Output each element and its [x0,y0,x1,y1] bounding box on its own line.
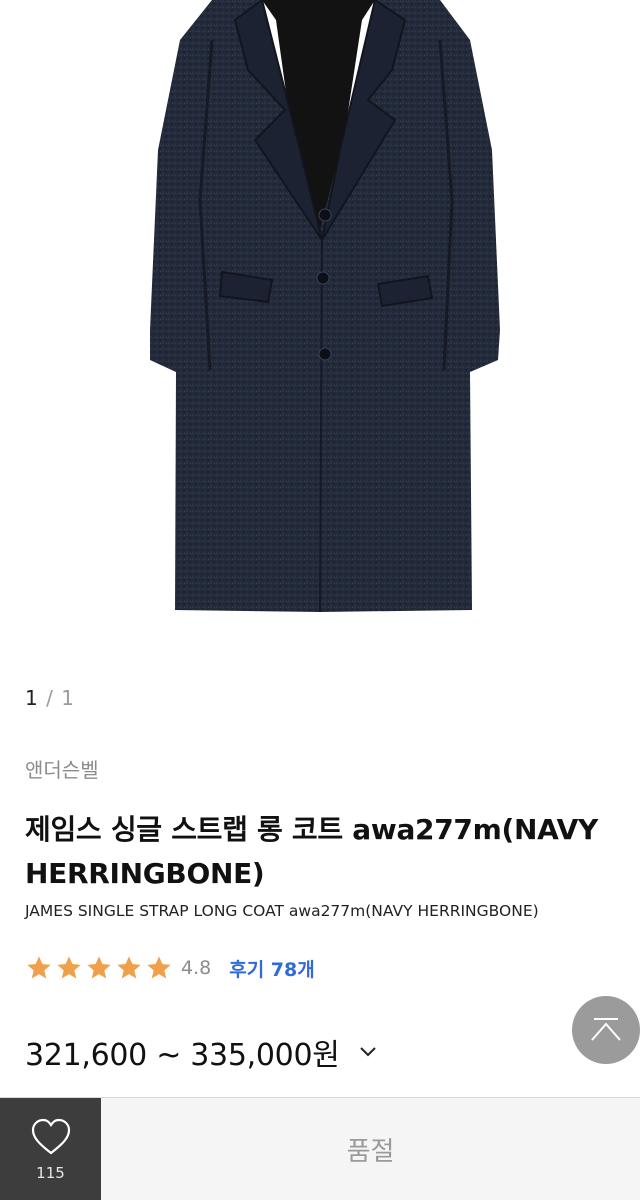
wish-count: 115 [36,1163,65,1182]
star-icon [117,956,141,979]
rating-stars [25,954,173,982]
heart-icon [31,1118,70,1154]
soldout-button: 품절 [101,1098,640,1200]
star-icon [57,956,81,979]
rating-value: 4.8 [181,957,212,979]
product-title: 제임스 싱글 스트랩 롱 코트 awa277m(NAVY HERRINGBONE… [25,813,598,890]
image-pager: 1 / 1 [25,686,75,710]
price-range: 321,600 ~ 335,000원 [25,1038,340,1073]
brand-name[interactable]: 앤더슨벨 [25,754,99,783]
product-title-english: JAMES SINGLE STRAP LONG COAT awa277m(NAV… [25,902,539,920]
price-row[interactable]: 321,600 ~ 335,000원 [25,1030,378,1074]
product-page: 1 / 1 앤더슨벨 제임스 싱글 스트랩 롱 코트 awa277m(NAVY … [0,0,640,1200]
pager-total: 1 [61,686,75,710]
star-icon [87,956,111,979]
wish-button[interactable]: 115 [0,1098,101,1200]
pager-current: 1 [25,686,39,710]
coat-image [150,0,500,613]
arrow-up-icon [591,1018,621,1041]
reviews-link[interactable]: 후기 78개 [229,955,315,982]
star-icon [147,956,171,979]
product-image[interactable] [0,0,640,660]
bottom-action-bar: 115 품절 [0,1097,640,1200]
star-icon [27,956,51,979]
chevron-down-icon[interactable] [358,1042,378,1062]
pager-separator: / [46,686,54,710]
rating-row: 4.8 후기 78개 [25,952,315,984]
scroll-top-button[interactable] [572,996,640,1064]
